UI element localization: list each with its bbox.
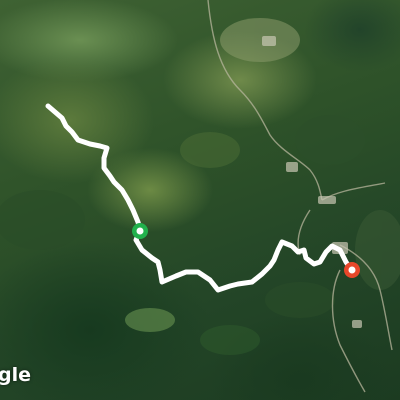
end-marker[interactable] [344,262,360,278]
road-south [331,269,366,393]
terrain-texture [0,18,400,355]
satellite-map[interactable]: gle [0,0,400,400]
start-marker[interactable] [132,223,148,239]
map-overlay [0,0,400,393]
google-logo: gle [0,364,31,386]
